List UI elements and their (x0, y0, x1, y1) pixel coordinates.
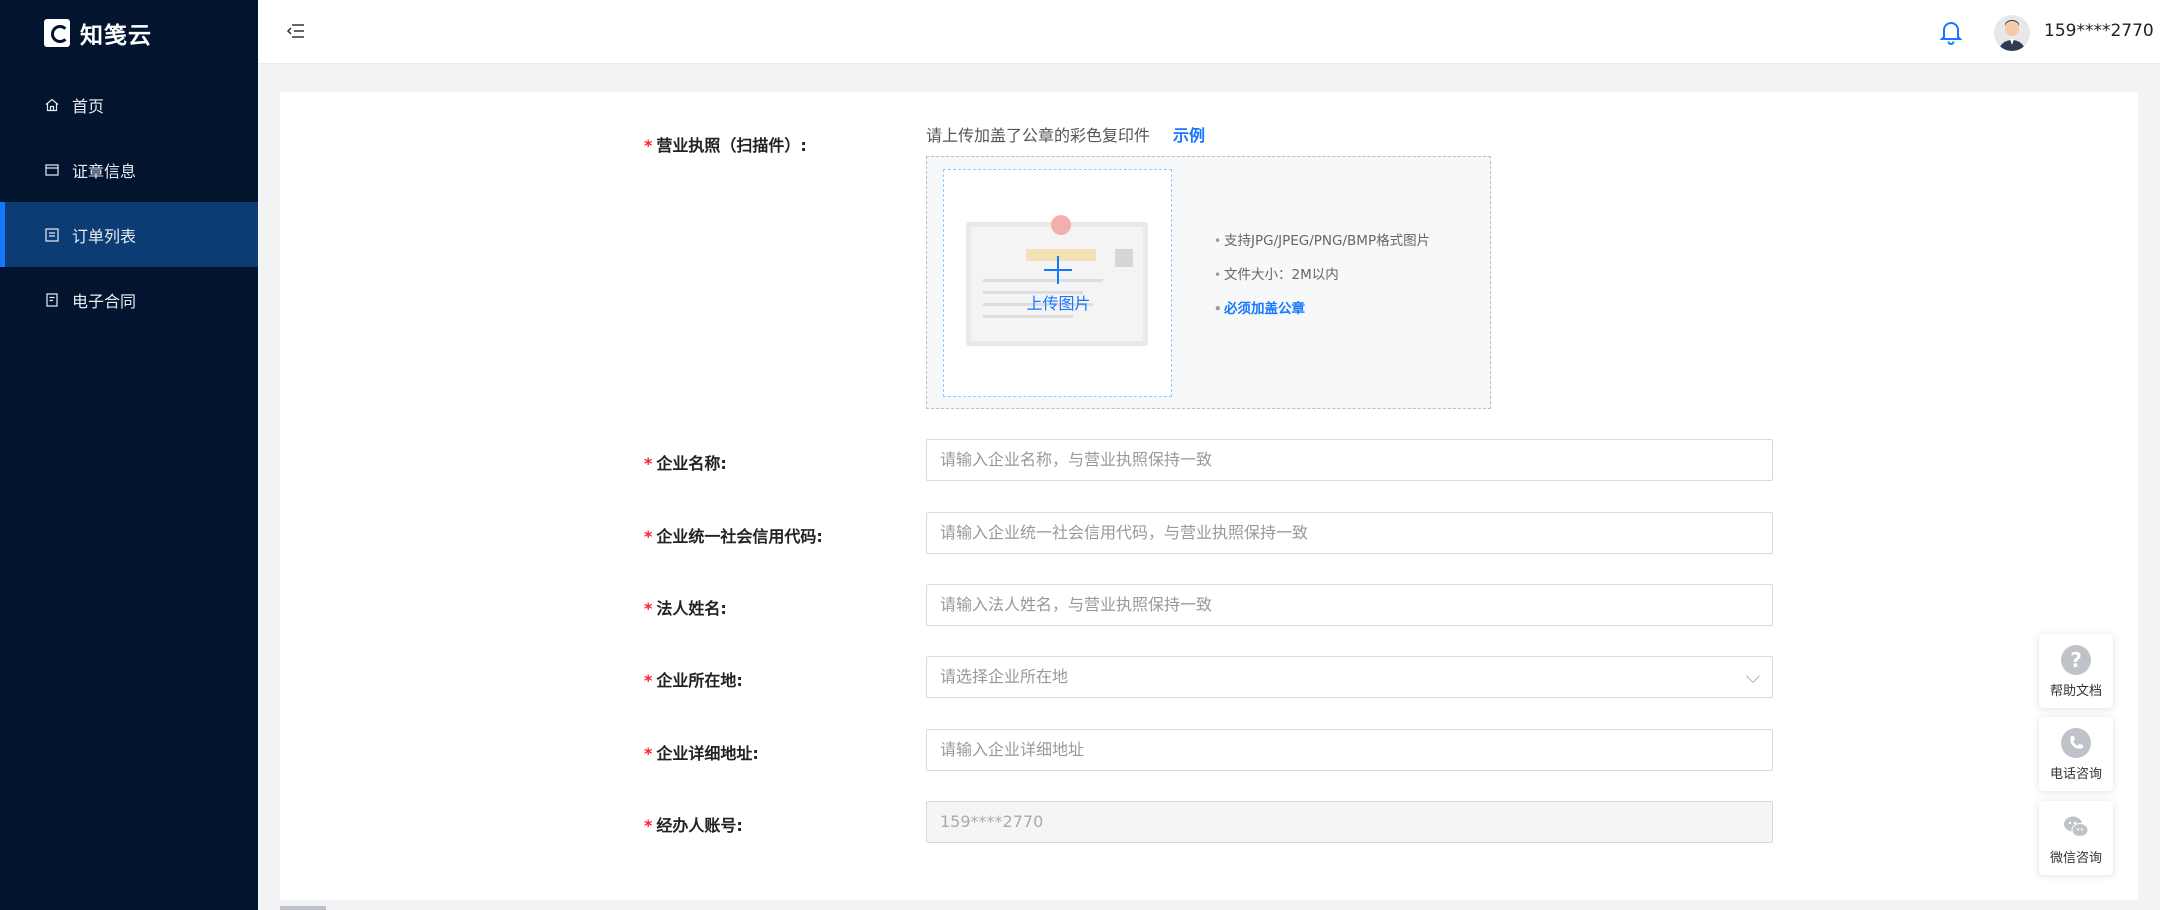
bell-icon[interactable] (1938, 18, 1964, 46)
tip-size: 文件大小：2M以内 (1214, 265, 1439, 285)
seal-icon (44, 162, 60, 178)
logo-icon (44, 19, 70, 47)
phone-consult-label: 电话咨询 (2049, 767, 2102, 782)
top-header: 159****2770 (258, 0, 2160, 64)
chevron-down-icon (1745, 668, 1761, 684)
company-name-input[interactable]: 请输入企业名称，与营业执照保持一致 (926, 439, 1773, 481)
upload-tips: 支持JPG/JPEG/PNG/BMP格式图片 文件大小：2M以内 必须加盖公章 (1214, 231, 1439, 333)
sidebar-item-order-list[interactable]: 订单列表 (0, 202, 258, 267)
address-label: * 企业详细地址: (644, 744, 759, 763)
username[interactable]: 159****2770 (2044, 21, 2154, 41)
plus-icon (1044, 256, 1072, 284)
tip-format: 支持JPG/JPEG/PNG/BMP格式图片 (1214, 231, 1439, 251)
sidebar: 知笺云 首页 证章信息 订单列表 电子合同 (0, 0, 258, 910)
license-label: * 营业执照（扫描件）: (644, 136, 807, 155)
account-input: 159****2770 (926, 801, 1773, 843)
wechat-consult-button[interactable]: 微信咨询 (2039, 801, 2113, 875)
contract-icon (44, 292, 60, 308)
upload-image-button[interactable]: 上传图片 (943, 169, 1172, 397)
license-hint: 请上传加盖了公章的彩色复印件 (926, 126, 1151, 145)
brand-logo[interactable]: 知笺云 (44, 18, 152, 49)
license-upload-area: 上传图片 支持JPG/JPEG/PNG/BMP格式图片 文件大小：2M以内 必须… (926, 156, 1491, 409)
list-icon (44, 227, 60, 243)
license-sample-image (966, 215, 1148, 346)
wechat-consult-label: 微信咨询 (2049, 851, 2102, 866)
help-docs-button[interactable]: ? 帮助文档 (2039, 634, 2113, 708)
sidebar-item-label: 电子合同 (72, 291, 137, 311)
sidebar-item-home[interactable]: 首页 (0, 72, 258, 137)
phone-icon (2061, 728, 2091, 758)
form-card: *营业执照（扫描件）: 请上传加盖了公章的彩色复印件 示例 上传图片 支持JPG… (280, 92, 2138, 900)
home-icon (44, 97, 60, 113)
sidebar-item-label: 首页 (72, 96, 105, 116)
question-icon: ? (2061, 645, 2091, 675)
location-placeholder: 请选择企业所在地 (940, 667, 1069, 686)
sidebar-item-label: 订单列表 (72, 226, 137, 246)
upload-text: 上传图片 (1026, 294, 1091, 313)
address-input[interactable]: 请输入企业详细地址 (926, 729, 1773, 771)
location-select[interactable]: 请选择企业所在地 (926, 656, 1773, 698)
sidebar-item-seal-info[interactable]: 证章信息 (0, 137, 258, 202)
wechat-icon (2061, 812, 2091, 842)
avatar[interactable] (1994, 15, 2030, 51)
sidebar-item-label: 证章信息 (72, 161, 137, 181)
tip-seal: 必须加盖公章 (1214, 299, 1439, 319)
legal-person-input[interactable]: 请输入法人姓名，与营业执照保持一致 (926, 584, 1773, 626)
phone-consult-button[interactable]: 电话咨询 (2039, 717, 2113, 791)
credit-code-input[interactable]: 请输入企业统一社会信用代码，与营业执照保持一致 (926, 512, 1773, 554)
brand-name: 知笺云 (80, 23, 152, 49)
credit-code-label: * 企业统一社会信用代码: (644, 527, 823, 546)
horizontal-scrollbar[interactable] (280, 906, 326, 910)
location-label: * 企业所在地: (644, 671, 743, 690)
sidebar-item-e-contract[interactable]: 电子合同 (0, 267, 258, 332)
help-docs-label: 帮助文档 (2049, 684, 2102, 699)
company-name-label: * 企业名称: (644, 454, 727, 473)
example-link[interactable]: 示例 (1173, 122, 1205, 146)
sidebar-nav: 首页 证章信息 订单列表 电子合同 (0, 72, 258, 332)
account-label: * 经办人账号: (644, 816, 743, 835)
legal-person-label: * 法人姓名: (644, 599, 727, 618)
menu-fold-icon[interactable] (286, 22, 306, 40)
